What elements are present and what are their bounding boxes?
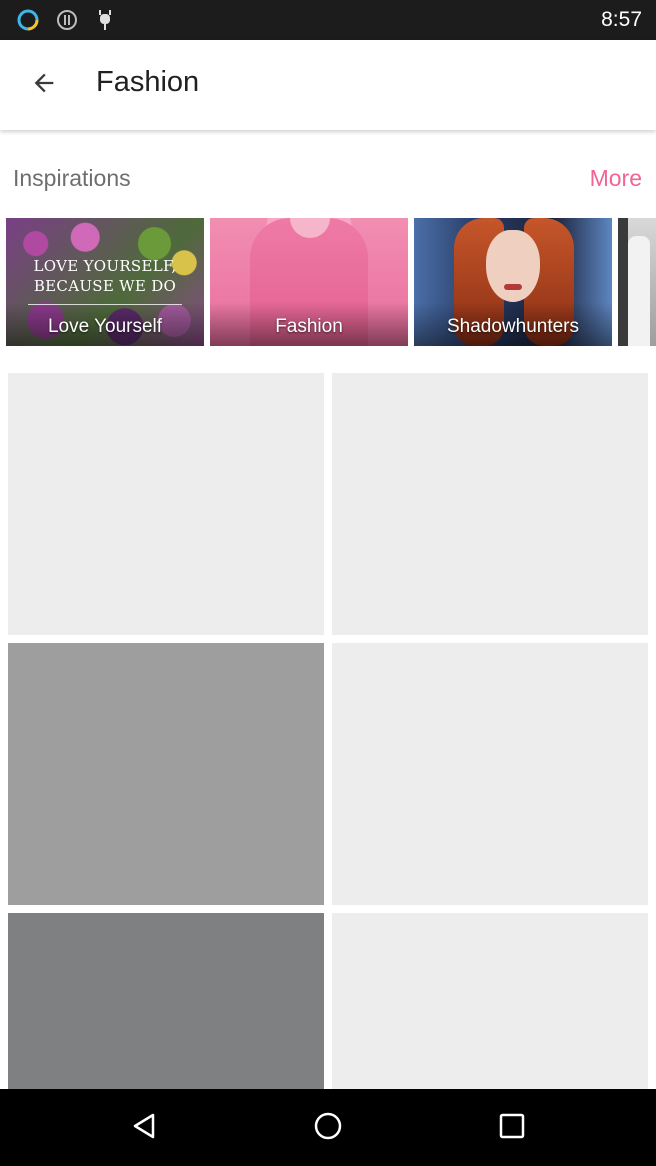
app-bar: Fashion [0, 40, 656, 130]
inspirations-title: Inspirations [13, 165, 131, 191]
navigation-bar [0, 1089, 656, 1166]
more-link[interactable]: More [590, 165, 642, 192]
grid-tile[interactable] [8, 643, 324, 905]
back-triangle-icon [129, 1111, 159, 1146]
card-quote-image-text: LOVE YOURSELF, BECAUSE WE DO [20, 256, 190, 296]
inspiration-card-fashion[interactable]: Fashion [210, 218, 408, 346]
card-label: Fashion [275, 316, 343, 337]
nav-back-button[interactable] [123, 1107, 165, 1149]
android-debug-icon [93, 8, 117, 32]
grid-tile[interactable] [332, 643, 648, 905]
quote-line-1: LOVE YOURSELF, [33, 257, 177, 275]
status-time: 8:57 [601, 8, 642, 31]
card-image-face [486, 230, 540, 302]
inspiration-cards-row: LOVE YOURSELF, BECAUSE WE DO Love Yourse… [0, 218, 656, 346]
card-label: Love Yourself [47, 316, 163, 337]
grid-tile[interactable] [8, 373, 324, 635]
circle-ring-icon [16, 8, 40, 32]
inspiration-card-shadowhunters[interactable]: Shadowhunters [414, 218, 612, 346]
card-label: Shadowhunters [446, 316, 580, 337]
quote-line-2: BECAUSE WE DO [33, 277, 177, 295]
card-image-lips [504, 284, 522, 290]
nav-home-button[interactable] [307, 1107, 349, 1149]
grid-tile[interactable] [8, 913, 324, 1089]
card-image-figure [628, 236, 650, 346]
grid-tile[interactable] [332, 373, 648, 635]
recents-square-icon [497, 1111, 527, 1146]
inspiration-card-partial[interactable] [618, 218, 656, 346]
grid-tile[interactable] [332, 913, 648, 1089]
screen: 8:57 Fashion Inspirations More LOVE YOUR… [0, 0, 656, 1166]
home-circle-icon [313, 1111, 343, 1146]
arrow-left-icon [30, 69, 58, 102]
info-circle-icon [55, 8, 79, 32]
nav-recents-button[interactable] [491, 1107, 533, 1149]
card-image-dark [618, 218, 628, 346]
page-title: Fashion [96, 66, 200, 98]
status-bar: 8:57 [0, 0, 656, 40]
inspiration-card-love-yourself[interactable]: LOVE YOURSELF, BECAUSE WE DO Love Yourse… [6, 218, 204, 346]
back-button[interactable] [20, 61, 68, 109]
